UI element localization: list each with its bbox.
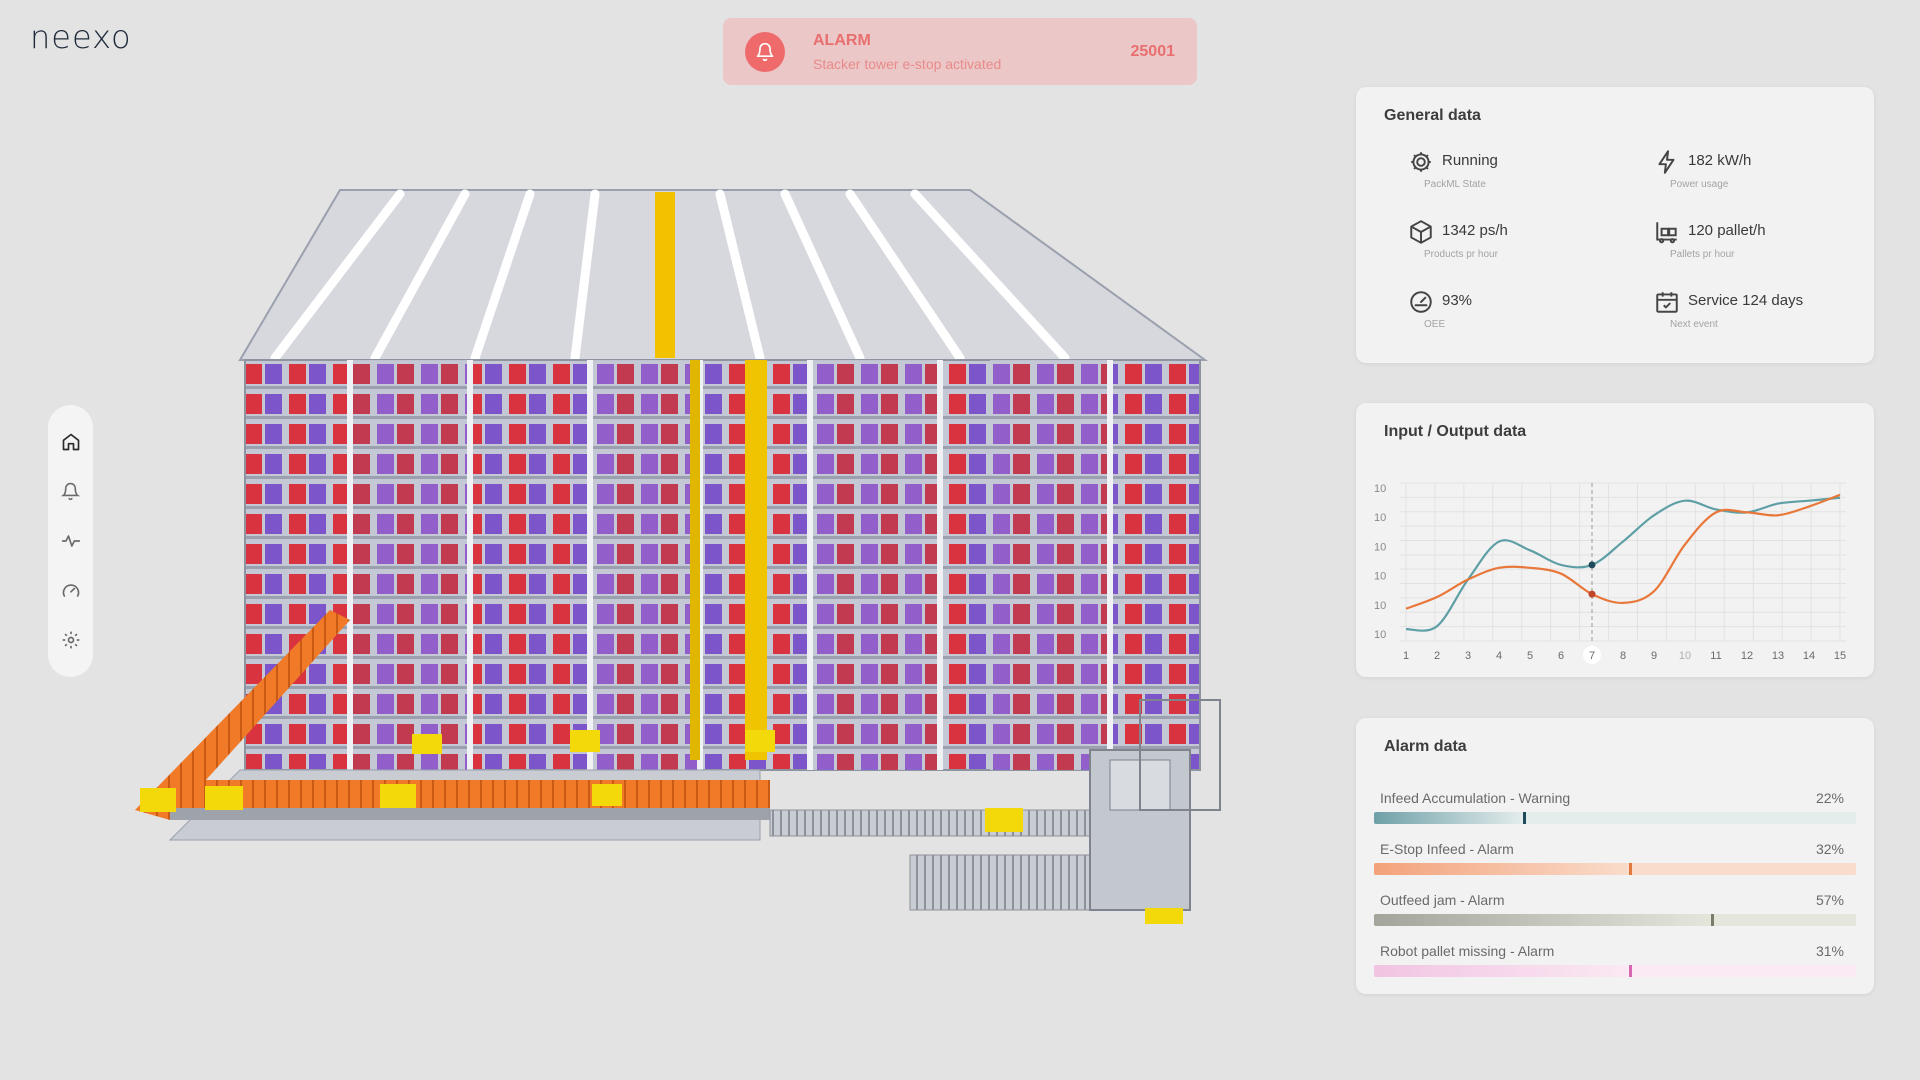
alarm-title: ALARM <box>813 31 871 49</box>
x-tick-label: 3 <box>1465 650 1471 662</box>
series-point-1 <box>1588 590 1596 598</box>
x-tick-label: 1 <box>1403 650 1409 662</box>
stat-packml-state: Running PackML State <box>1408 149 1608 199</box>
alarm-row[interactable]: Infeed Accumulation - Warning 22% <box>1374 790 1856 830</box>
x-tick-label: 13 <box>1772 650 1784 662</box>
alarm-row-track <box>1374 914 1856 926</box>
forklift-icon <box>1656 222 1677 244</box>
stat-oee: 93% OEE <box>1408 289 1608 339</box>
alarm-row-track <box>1374 965 1856 977</box>
stat-power-usage: 182 kW/h Power usage <box>1654 149 1854 199</box>
x-tick-label: 9 <box>1651 650 1657 662</box>
stat-label: OEE <box>1424 319 1446 330</box>
bell-icon <box>745 31 785 72</box>
x-tick-label: 2 <box>1434 650 1440 662</box>
x-tick-label: 14 <box>1803 650 1815 662</box>
alarm-code: 25001 <box>1130 42 1176 60</box>
alarm-banner[interactable]: ALARM Stacker tower e-stop activated 250… <box>723 18 1197 85</box>
alarm-row[interactable]: Outfeed jam - Alarm 57% <box>1374 892 1856 932</box>
gauge-icon <box>62 583 79 597</box>
stat-label: Pallets pr hour <box>1670 249 1735 260</box>
alarm-row-percent: 57% <box>1815 892 1844 908</box>
y-tick-label: 10 <box>1374 571 1386 583</box>
alarm-row-fill <box>1374 914 1712 926</box>
stat-value: 120 pallet/h <box>1688 222 1766 239</box>
stat-label: PackML State <box>1424 179 1486 190</box>
brand-logo: neexo <box>30 18 132 56</box>
sidebar-item-settings[interactable] <box>56 625 86 655</box>
sidebar-item-alarms[interactable] <box>56 476 86 506</box>
lightning-icon <box>1658 150 1675 174</box>
alarm-row-track <box>1374 863 1856 875</box>
x-tick-label: 10 <box>1679 650 1691 662</box>
gear-icon <box>62 631 79 649</box>
x-tick-label: 12 <box>1741 650 1753 662</box>
y-tick-label: 10 <box>1374 629 1386 641</box>
y-tick-label: 10 <box>1374 600 1386 612</box>
general-data-title: General data <box>1384 107 1481 124</box>
x-tick-label: 5 <box>1527 650 1533 662</box>
alarm-row-percent: 32% <box>1815 841 1844 857</box>
alarm-row-label: Robot pallet missing - Alarm <box>1380 943 1555 959</box>
x-tick-label: 8 <box>1620 650 1626 662</box>
alarm-row-marker <box>1523 812 1527 824</box>
alarm-row-fill <box>1374 812 1524 824</box>
stat-value: 93% <box>1442 292 1473 309</box>
y-tick-label: 10 <box>1374 483 1386 495</box>
calendar-icon <box>1656 292 1678 313</box>
alarm-row-percent: 31% <box>1815 943 1844 959</box>
activity-icon <box>61 535 80 547</box>
bell-icon <box>61 482 80 501</box>
home-icon <box>62 433 79 451</box>
stat-label: Products pr hour <box>1424 249 1498 260</box>
alarm-row-marker <box>1711 914 1715 926</box>
x-tick-label: 6 <box>1558 650 1564 662</box>
alarm-row-label: E-Stop Infeed - Alarm <box>1380 841 1514 857</box>
sidebar-item-activity[interactable] <box>56 526 86 556</box>
alarm-row-track <box>1374 812 1856 824</box>
alarm-row-marker <box>1629 965 1633 977</box>
stat-value: Service 124 days <box>1688 292 1804 309</box>
io-line-chart[interactable]: 1010101010101 2 3 4 5 6 7 8 9 10 11 12 13 14 15 <box>1356 403 1874 677</box>
warehouse-3d-view[interactable] <box>110 180 1260 960</box>
x-tick-label: 15 <box>1834 650 1846 662</box>
series-line-0 <box>1405 496 1841 632</box>
alarm-row-marker <box>1629 863 1633 875</box>
stat-products-per-hour: 1342 ps/h Products pr hour <box>1408 219 1608 269</box>
stat-value: Running <box>1442 152 1498 169</box>
alarm-data-panel: Alarm data Infeed Accumulation - Warning… <box>1356 718 1874 994</box>
sidebar-item-performance[interactable] <box>56 576 86 606</box>
alarm-row-percent: 22% <box>1815 790 1844 806</box>
series-point-0 <box>1588 561 1596 569</box>
stat-label: Power usage <box>1670 179 1729 190</box>
sidebar-nav <box>48 405 93 677</box>
alarm-row[interactable]: E-Stop Infeed - Alarm 32% <box>1374 841 1856 881</box>
sidebar-item-home[interactable] <box>56 427 86 457</box>
box-icon <box>1410 220 1432 244</box>
y-tick-label: 10 <box>1374 512 1386 524</box>
x-tick-label: 7 <box>1589 650 1595 662</box>
gauge-icon <box>1410 291 1432 313</box>
y-tick-label: 10 <box>1374 541 1386 553</box>
x-tick-label: 11 <box>1710 650 1721 662</box>
x-tick-label: 4 <box>1496 650 1502 662</box>
io-data-panel: Input / Output data 10 10 10 10 10 10 1 2 3 4 5 6 7 8… <box>1356 403 1874 677</box>
alarm-row-label: Outfeed jam - Alarm <box>1380 892 1505 908</box>
alarm-message: Stacker tower e-stop activated <box>813 55 1002 72</box>
stat-label: Next event <box>1670 319 1718 330</box>
alarm-row-fill <box>1374 965 1630 977</box>
alarm-row-fill <box>1374 863 1630 875</box>
stat-next-event: Service 124 days Next event <box>1654 289 1854 339</box>
stat-pallets-per-hour: 120 pallet/h Pallets pr hour <box>1654 219 1854 269</box>
alarm-row-label: Infeed Accumulation - Warning <box>1380 790 1571 806</box>
stat-value: 1342 ps/h <box>1442 222 1508 239</box>
alarm-data-title: Alarm data <box>1384 738 1467 755</box>
gear-icon <box>1411 152 1431 172</box>
stat-value: 182 kW/h <box>1688 152 1752 169</box>
alarm-row[interactable]: Robot pallet missing - Alarm 31% <box>1374 943 1856 983</box>
alarm-texts: ALARM Stacker tower e-stop activated <box>813 32 1131 72</box>
general-data-panel: General data Running PackML State 182 kW… <box>1356 87 1874 363</box>
